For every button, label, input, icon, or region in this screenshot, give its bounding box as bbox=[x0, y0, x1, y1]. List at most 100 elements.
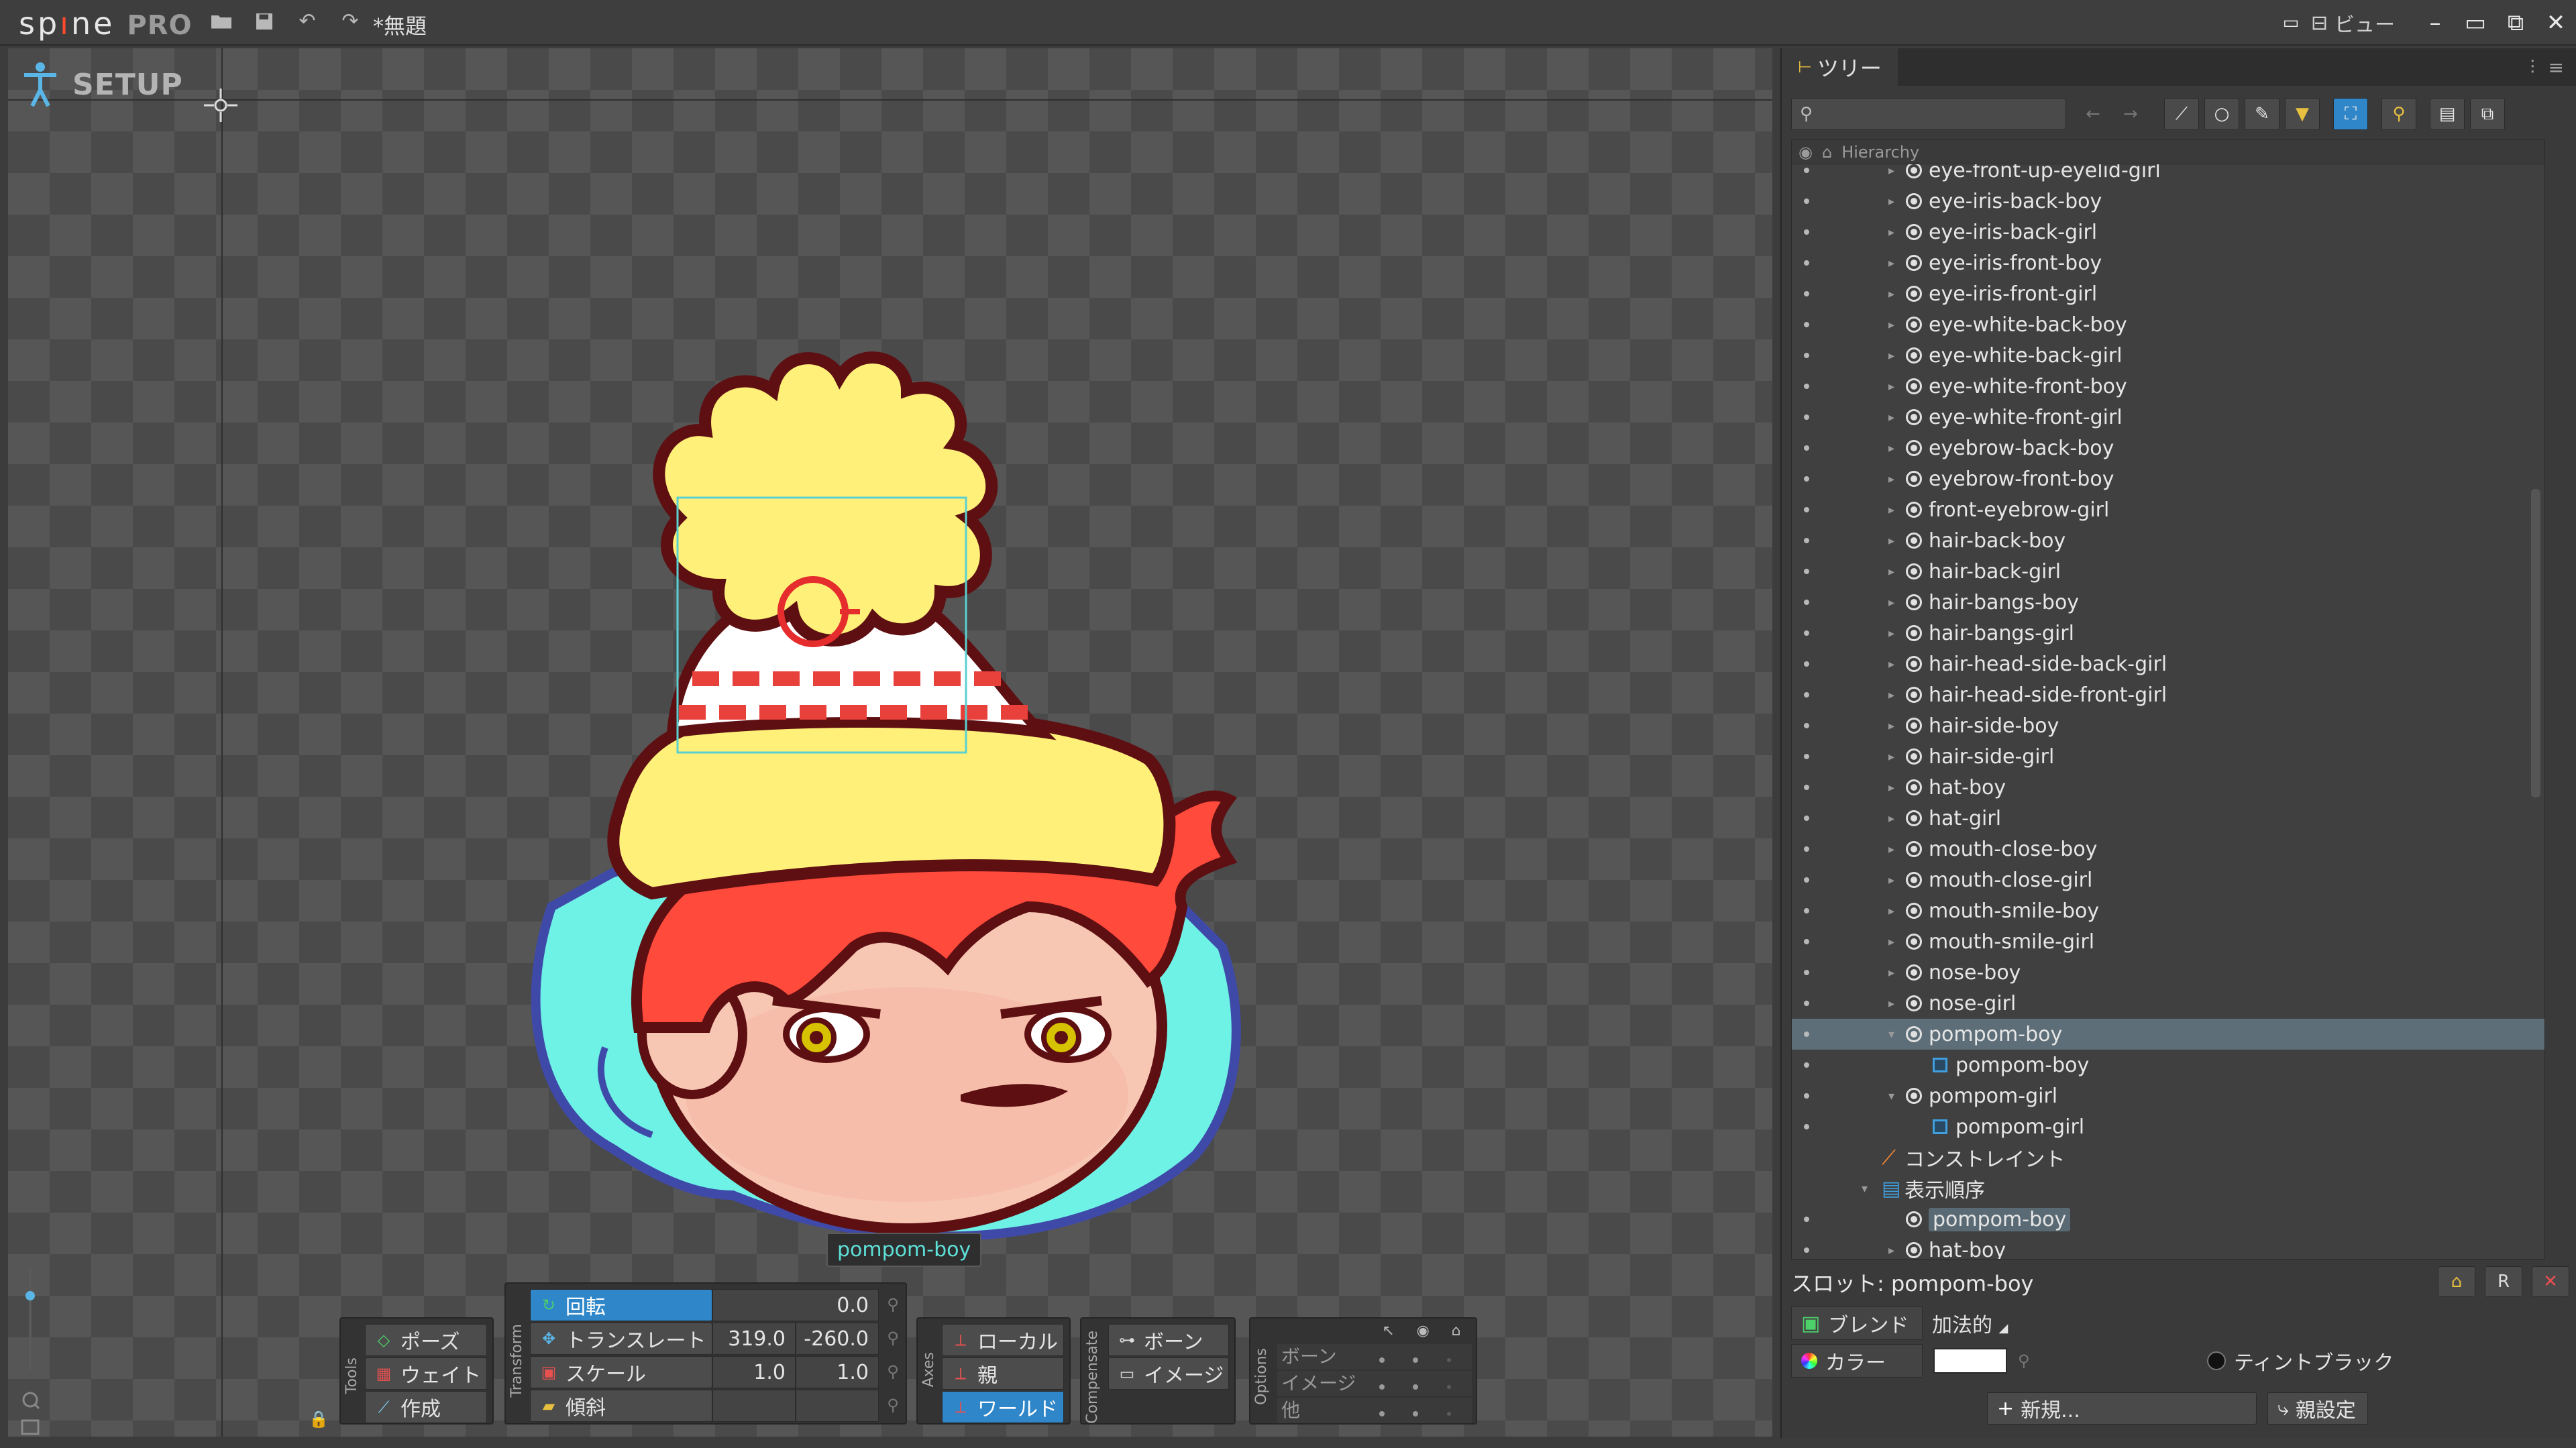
tree-row[interactable]: ▾ pompom-boy bbox=[1792, 1019, 2544, 1050]
focus-selection-button[interactable]: ⛶ bbox=[2333, 98, 2368, 130]
translate-x-value[interactable]: 319.0 bbox=[712, 1323, 796, 1355]
visibility-dot-icon[interactable] bbox=[1804, 260, 1809, 266]
visibility-dot-icon[interactable] bbox=[1804, 476, 1809, 482]
visibility-dot-icon[interactable] bbox=[1804, 353, 1809, 358]
visibility-dot-icon[interactable] bbox=[1804, 569, 1809, 574]
expand-right-icon[interactable]: ▸ bbox=[1888, 256, 1894, 270]
visibility-dot-icon[interactable] bbox=[1804, 538, 1809, 543]
expand-down-icon[interactable]: ▾ bbox=[1888, 1089, 1894, 1103]
visibility-dot-icon[interactable] bbox=[1804, 816, 1809, 821]
shear-y-value[interactable] bbox=[796, 1390, 879, 1422]
expand-right-icon[interactable]: ▸ bbox=[1888, 194, 1894, 209]
tree-row[interactable]: ▸ nose-boy bbox=[1792, 957, 2544, 988]
tree-search-input[interactable]: ⚲ bbox=[1791, 98, 2066, 130]
scale-tool-button[interactable]: ▣ スケール bbox=[530, 1356, 712, 1388]
expand-right-icon[interactable]: ▸ bbox=[1888, 966, 1894, 980]
visibility-dot-icon[interactable] bbox=[1804, 507, 1809, 512]
create-tool-button[interactable]: ⟋ 作成 bbox=[365, 1391, 487, 1423]
pose-tool-button[interactable]: ◇ ポーズ bbox=[365, 1324, 487, 1356]
lock-icon[interactable]: 🔒 bbox=[309, 1410, 329, 1429]
filter-slots-button[interactable]: ○ bbox=[2204, 98, 2239, 130]
viewport-canvas[interactable]: SETUP pompom-boy 🔒 bbox=[8, 48, 1772, 1437]
expand-right-icon[interactable]: ▸ bbox=[1888, 626, 1894, 641]
filter-bones-button[interactable]: ⟋ bbox=[2164, 98, 2199, 130]
expand-right-icon[interactable]: ▸ bbox=[1888, 719, 1894, 733]
expand-right-icon[interactable]: ▸ bbox=[1888, 164, 1894, 178]
visibility-dot-icon[interactable] bbox=[1804, 970, 1809, 975]
tree-row[interactable]: ▸ hat-boy bbox=[1792, 1235, 2544, 1259]
expand-right-icon[interactable]: ▸ bbox=[1888, 997, 1894, 1011]
tree-row[interactable]: ▸ eye-white-front-boy bbox=[1792, 371, 2544, 402]
setup-mode-toggle[interactable]: SETUP bbox=[20, 60, 183, 109]
visibility-dot-icon[interactable] bbox=[1804, 692, 1809, 698]
tint-black-checkbox[interactable]: ティントブラック bbox=[2207, 1346, 2394, 1376]
expand-right-icon[interactable]: ▸ bbox=[1888, 380, 1894, 394]
expand-right-icon[interactable]: ▸ bbox=[1888, 812, 1894, 826]
scale-key-icon[interactable]: ⚲ bbox=[883, 1361, 903, 1382]
visibility-dot-icon[interactable] bbox=[1804, 908, 1809, 913]
expand-right-icon[interactable]: ▸ bbox=[1888, 873, 1894, 887]
search-prev-button[interactable]: ← bbox=[2076, 98, 2110, 130]
axes-parent-button[interactable]: ⟂ 親 bbox=[942, 1357, 1064, 1390]
filter-attachments-button[interactable]: ✎ bbox=[2245, 98, 2279, 130]
redo-icon[interactable]: ↷ bbox=[338, 9, 362, 34]
tree-row[interactable]: ▸ hat-boy bbox=[1792, 772, 2544, 803]
visibility-dot-icon[interactable] bbox=[1804, 384, 1809, 389]
set-parent-button[interactable]: ⤷ 親設定 bbox=[2267, 1392, 2368, 1425]
scale-x-value[interactable]: 1.0 bbox=[712, 1356, 796, 1388]
translate-y-value[interactable]: -260.0 bbox=[796, 1323, 879, 1355]
tree-row[interactable]: pompom-boy bbox=[1792, 1204, 2544, 1235]
tree-row[interactable]: ▸ front-eyebrow-girl bbox=[1792, 494, 2544, 525]
visibility-dot-icon[interactable] bbox=[1804, 1247, 1809, 1253]
duplicate-button[interactable]: ⧉ bbox=[2470, 98, 2505, 130]
filter-funnel-button[interactable]: ▼ bbox=[2285, 98, 2320, 130]
undo-icon[interactable]: ↶ bbox=[295, 9, 319, 34]
minimize-button[interactable]: – bbox=[2415, 8, 2455, 38]
expand-right-icon[interactable]: ▸ bbox=[1888, 472, 1894, 486]
tree-row[interactable]: ▸ eyebrow-back-boy bbox=[1792, 433, 2544, 463]
tree-row[interactable]: ▸ hair-head-side-front-girl bbox=[1792, 679, 2544, 710]
display-icon[interactable]: ▭ bbox=[2271, 8, 2311, 38]
tree-row[interactable]: ▸ eyebrow-front-boy bbox=[1792, 463, 2544, 494]
visibility-dot-icon[interactable] bbox=[1804, 168, 1809, 173]
visibility-dot-icon[interactable] bbox=[1804, 1062, 1809, 1068]
tree-row[interactable]: pompom-girl bbox=[1792, 1111, 2544, 1142]
visibility-dot-icon[interactable] bbox=[1804, 291, 1809, 296]
tree-row[interactable]: ▾ ▤ 表示順序 bbox=[1792, 1173, 2544, 1204]
view-menu[interactable]: ⊟ ビュー bbox=[2311, 8, 2395, 38]
tree-row[interactable]: ▸ mouth-smile-girl bbox=[1792, 926, 2544, 957]
tree-row[interactable]: ▸ hair-head-side-back-girl bbox=[1792, 649, 2544, 679]
color-key-icon[interactable]: ⚲ bbox=[2018, 1351, 2030, 1370]
shear-x-value[interactable] bbox=[712, 1390, 796, 1422]
tree-row[interactable]: ▸ mouth-close-girl bbox=[1792, 865, 2544, 895]
tree-row[interactable]: ▸ hair-side-girl bbox=[1792, 741, 2544, 772]
visibility-dot-icon[interactable] bbox=[1804, 661, 1809, 667]
visibility-dot-icon[interactable] bbox=[1804, 877, 1809, 883]
tree-row[interactable]: ⟋ コンストレイント bbox=[1792, 1142, 2544, 1173]
character-illustration[interactable] bbox=[478, 303, 1350, 1276]
zoom-slider[interactable] bbox=[20, 1262, 40, 1437]
panel-menu-icon[interactable]: ≡ bbox=[2548, 56, 2564, 79]
tree-row[interactable]: ▸ hair-back-boy bbox=[1792, 525, 2544, 556]
hierarchy-tree[interactable]: ◉ ⌂ Hierarchy ▸ eye-front-up-eyelid-girl ▸… bbox=[1791, 140, 2545, 1260]
visibility-dot-icon[interactable] bbox=[1804, 414, 1809, 420]
rotate-key-icon[interactable]: ⚲ bbox=[883, 1294, 903, 1315]
tree-row[interactable]: ▸ hair-bangs-boy bbox=[1792, 587, 2544, 618]
expand-right-icon[interactable]: ▸ bbox=[1888, 565, 1894, 579]
visibility-dot-icon[interactable] bbox=[1804, 229, 1809, 235]
slot-color-swatch[interactable] bbox=[1933, 1348, 2007, 1374]
visibility-dot-icon[interactable] bbox=[1804, 1093, 1809, 1099]
expand-right-icon[interactable]: ▸ bbox=[1888, 225, 1894, 239]
shear-tool-button[interactable]: ▰ 傾斜 bbox=[530, 1390, 712, 1422]
tree-row[interactable]: ▸ eye-iris-front-boy bbox=[1792, 247, 2544, 278]
expand-right-icon[interactable]: ▸ bbox=[1888, 935, 1894, 949]
translate-key-icon[interactable]: ⚲ bbox=[883, 1328, 903, 1348]
expand-right-icon[interactable]: ▸ bbox=[1888, 688, 1894, 702]
blend-mode-dropdown[interactable]: 加法的 ◢ bbox=[1923, 1308, 2008, 1338]
visibility-dot-icon[interactable] bbox=[1804, 723, 1809, 728]
tree-row[interactable]: ▸ eye-white-back-boy bbox=[1792, 309, 2544, 340]
tree-row[interactable]: ▸ eye-white-front-girl bbox=[1792, 402, 2544, 433]
expand-right-icon[interactable]: ▸ bbox=[1888, 441, 1894, 455]
maximize-button[interactable]: ▭ bbox=[2455, 8, 2496, 38]
visibility-dot-icon[interactable] bbox=[1804, 1001, 1809, 1006]
